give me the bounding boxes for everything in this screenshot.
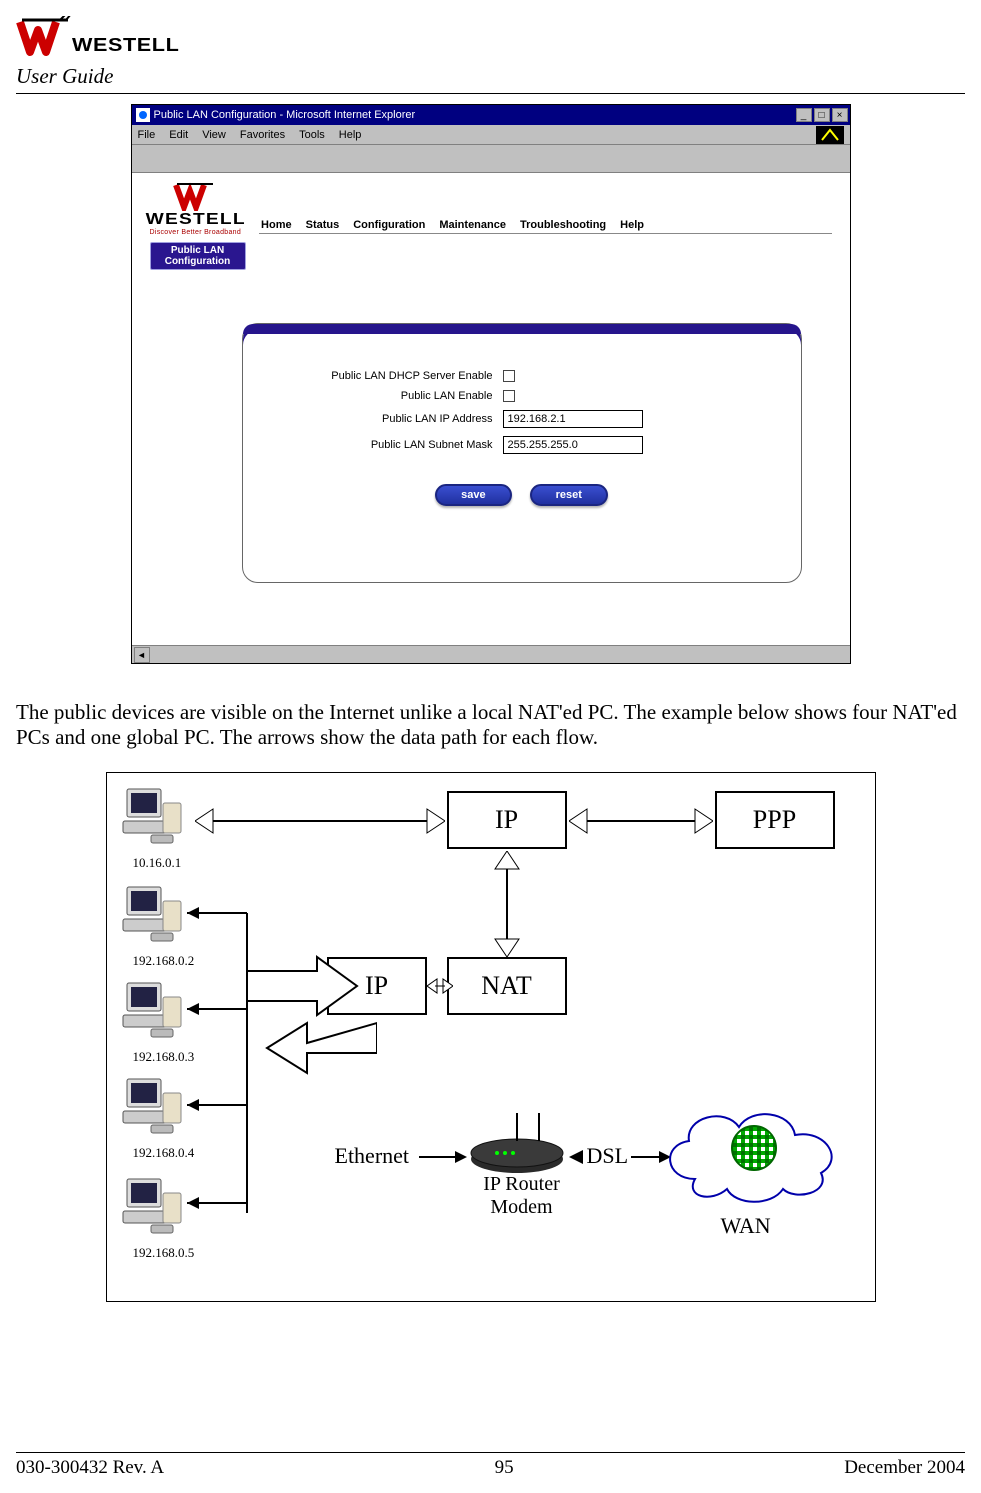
sidebar-label-1: Public LAN — [159, 245, 237, 256]
browser-window: Public LAN Configuration - Microsoft Int… — [131, 104, 851, 664]
scroll-left-icon[interactable]: ◄ — [134, 647, 150, 663]
ip-top-box: IP — [447, 791, 567, 849]
footer-left: 030-300432 Rev. A — [16, 1457, 164, 1479]
dsl-label: DSL — [587, 1143, 629, 1169]
nav-maintenance[interactable]: Maintenance — [437, 219, 508, 231]
pc-ip-4: 192.168.0.4 — [133, 1145, 195, 1161]
config-card: Public LAN DHCP Server Enable Public LAN… — [242, 323, 802, 583]
label-lan-enable: Public LAN Enable — [303, 390, 503, 402]
input-ip-address[interactable] — [503, 410, 643, 428]
westell-mark-icon — [173, 181, 217, 211]
router-label: IP Router Modem — [457, 1173, 587, 1219]
pc-ip-1: 10.16.0.1 — [133, 855, 182, 871]
menu-edit[interactable]: Edit — [169, 129, 188, 141]
westell-mark-icon — [16, 16, 72, 58]
page-content: WESTELL Discover Better Broadband Home S… — [132, 173, 850, 663]
menu-favorites[interactable]: Favorites — [240, 129, 285, 141]
checkbox-dhcp-enable[interactable] — [503, 370, 515, 382]
label-dhcp-enable: Public LAN DHCP Server Enable — [303, 370, 503, 382]
arrow-ip-nat-h — [427, 973, 453, 999]
label-ip-address: Public LAN IP Address — [303, 413, 503, 425]
browser-toolbar — [132, 145, 850, 173]
pc-ip-3: 192.168.0.3 — [133, 1049, 195, 1065]
nat-box: NAT — [447, 957, 567, 1015]
pc-icon — [121, 881, 185, 945]
nav-configuration[interactable]: Configuration — [351, 219, 427, 231]
reset-button[interactable]: reset — [530, 484, 608, 506]
menu-file[interactable]: File — [138, 129, 156, 141]
pc-ip-2: 192.168.0.2 — [133, 953, 195, 969]
horizontal-scrollbar[interactable]: ◄ — [132, 645, 850, 663]
pc-icon — [121, 1073, 185, 1137]
minimize-button[interactable]: _ — [796, 108, 812, 122]
maximize-button[interactable]: □ — [814, 108, 830, 122]
ppp-box: PPP — [715, 791, 835, 849]
browser-titlebar: Public LAN Configuration - Microsoft Int… — [132, 105, 850, 125]
footer-right: December 2004 — [844, 1457, 965, 1479]
wan-label: WAN — [721, 1213, 771, 1239]
close-button[interactable]: × — [832, 108, 848, 122]
arrow-ip-down — [257, 1013, 377, 1083]
page-tagline: Discover Better Broadband — [150, 229, 242, 236]
input-subnet-mask[interactable] — [503, 436, 643, 454]
pc-icon — [121, 783, 185, 847]
ie-throbber-icon — [816, 126, 844, 144]
sidebar-public-lan-button[interactable]: Public LAN Configuration — [150, 242, 246, 270]
nav-help[interactable]: Help — [618, 219, 646, 231]
ie-icon — [136, 108, 150, 122]
brand-name: WESTELL — [72, 35, 179, 56]
menu-view[interactable]: View — [202, 129, 226, 141]
network-diagram: 10.16.0.1 192.168.0.2 192.168.0.3 192.16… — [106, 772, 876, 1302]
arrow-dsl-left — [569, 1147, 589, 1167]
page-nav: Home Status Configuration Maintenance Tr… — [259, 219, 831, 234]
pc-icon — [121, 1173, 185, 1237]
nav-status[interactable]: Status — [304, 219, 342, 231]
pc-icon — [121, 977, 185, 1041]
menu-help[interactable]: Help — [339, 129, 362, 141]
arrow-ethernet — [419, 1147, 467, 1167]
window-title: Public LAN Configuration - Microsoft Int… — [154, 109, 416, 121]
checkbox-lan-enable[interactable] — [503, 390, 515, 402]
save-button[interactable]: save — [435, 484, 511, 506]
globe-icon — [731, 1125, 777, 1171]
page-logo: WESTELL Discover Better Broadband — [150, 181, 242, 236]
arrow-pc1-ip — [195, 799, 445, 843]
body-paragraph: The public devices are visible on the In… — [16, 700, 961, 750]
menu-tools[interactable]: Tools — [299, 129, 325, 141]
arrow-ip-ppp — [569, 799, 713, 843]
nav-home[interactable]: Home — [259, 219, 294, 231]
header-divider — [16, 93, 965, 94]
router-icon — [467, 1109, 567, 1165]
ethernet-label: Ethernet — [335, 1143, 410, 1169]
footer-page-number: 95 — [164, 1457, 844, 1479]
label-subnet-mask: Public LAN Subnet Mask — [303, 439, 503, 451]
nav-troubleshooting[interactable]: Troubleshooting — [518, 219, 608, 231]
document-subtitle: User Guide — [16, 64, 965, 89]
page-brand: WESTELL — [145, 211, 245, 229]
sidebar-label-2: Configuration — [159, 256, 237, 267]
page-footer: 030-300432 Rev. A 95 December 2004 — [16, 1452, 965, 1479]
arrow-ip-nat — [485, 851, 529, 957]
browser-menubar: File Edit View Favorites Tools Help — [132, 125, 850, 145]
pc-ip-5: 192.168.0.5 — [133, 1245, 195, 1261]
document-logo: WESTELL — [16, 16, 965, 58]
